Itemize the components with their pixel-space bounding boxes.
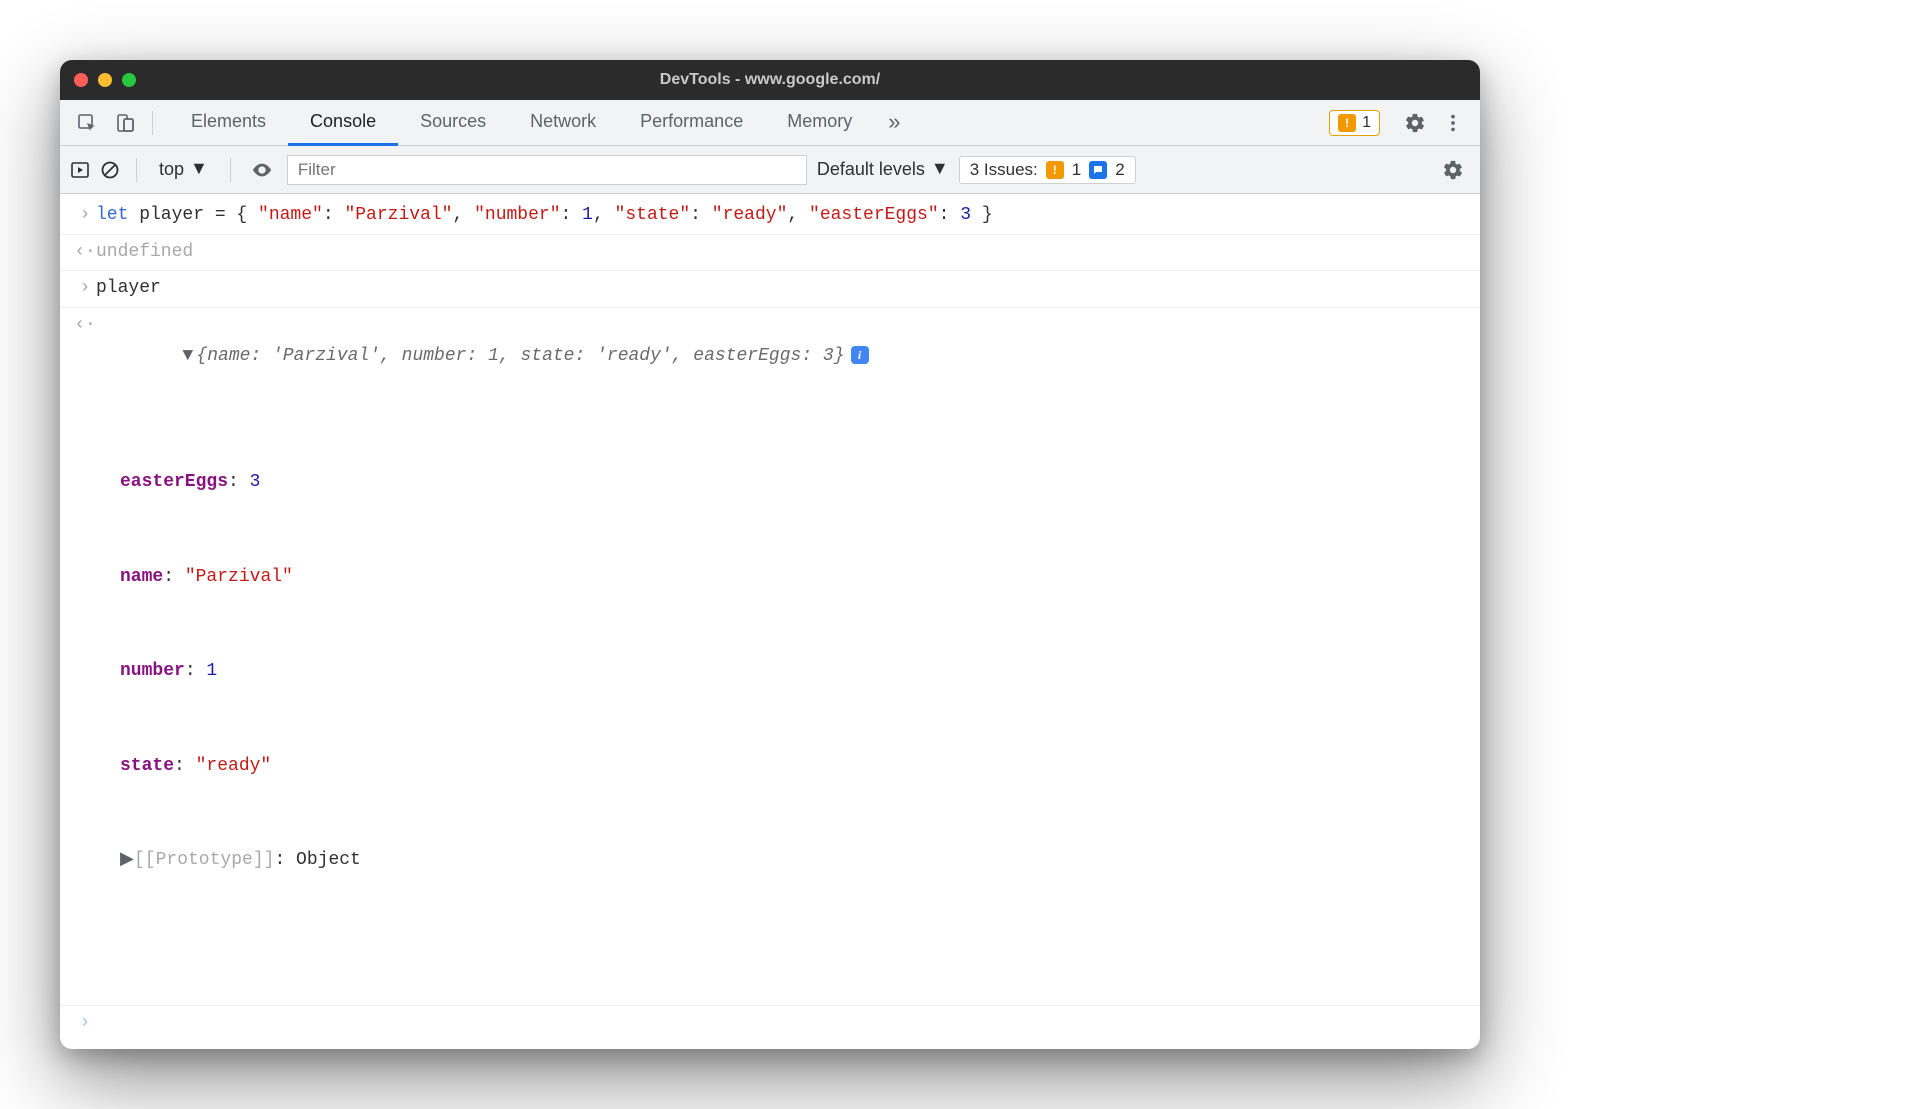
clear-console-icon[interactable] bbox=[100, 160, 120, 180]
inspect-element-icon[interactable] bbox=[70, 106, 104, 140]
warnings-count: 1 bbox=[1362, 114, 1371, 132]
console-result-row: ‹· undefined bbox=[60, 235, 1480, 272]
issues-button[interactable]: 3 Issues: ! 1 2 bbox=[959, 156, 1136, 184]
chevron-down-icon: ▼ bbox=[931, 158, 949, 179]
console-settings-icon[interactable] bbox=[1436, 153, 1470, 187]
tabs-overflow-icon[interactable]: » bbox=[874, 100, 914, 146]
console-input-row[interactable]: › player bbox=[60, 271, 1480, 308]
chevron-down-icon: ▼ bbox=[190, 158, 208, 179]
object-summary[interactable]: ▼{name: 'Parzival', number: 1, state: 'r… bbox=[96, 310, 1466, 1003]
object-property[interactable]: state: "ready" bbox=[120, 751, 1466, 783]
message-icon bbox=[1089, 161, 1107, 179]
object-property[interactable]: easterEggs: 3 bbox=[120, 467, 1466, 499]
object-prototype[interactable]: ▶[[Prototype]]: Object bbox=[120, 845, 1466, 877]
object-property[interactable]: name: "Parzival" bbox=[120, 562, 1466, 594]
more-menu-icon[interactable] bbox=[1436, 106, 1470, 140]
console-line: let player = { "name": "Parzival", "numb… bbox=[96, 200, 1466, 232]
tab-memory[interactable]: Memory bbox=[765, 100, 874, 146]
console-output: › let player = { "name": "Parzival", "nu… bbox=[60, 194, 1480, 1049]
object-tree: easterEggs: 3 name: "Parzival" number: 1… bbox=[96, 404, 1466, 940]
prompt-icon: › bbox=[74, 1008, 96, 1040]
issues-warn-count: 1 bbox=[1072, 160, 1081, 180]
tab-elements[interactable]: Elements bbox=[169, 100, 288, 146]
object-property[interactable]: number: 1 bbox=[120, 656, 1466, 688]
tab-console[interactable]: Console bbox=[288, 100, 398, 146]
levels-label: Default levels bbox=[817, 159, 925, 180]
devtools-window: DevTools - www.google.com/ Elements Cons… bbox=[60, 60, 1480, 1049]
console-input-row[interactable]: › let player = { "name": "Parzival", "nu… bbox=[60, 198, 1480, 235]
prompt-icon: › bbox=[74, 200, 96, 232]
result-icon: ‹· bbox=[74, 237, 96, 269]
settings-icon[interactable] bbox=[1398, 106, 1432, 140]
device-toolbar-icon[interactable] bbox=[108, 106, 142, 140]
console-line: player bbox=[96, 273, 1466, 305]
filter-input[interactable] bbox=[287, 155, 807, 185]
window-title: DevTools - www.google.com/ bbox=[60, 71, 1480, 89]
warning-icon: ! bbox=[1338, 114, 1356, 132]
warnings-badge[interactable]: ! 1 bbox=[1329, 110, 1380, 136]
divider bbox=[136, 158, 137, 182]
issues-info-count: 2 bbox=[1115, 160, 1124, 180]
disclosure-triangle-icon[interactable]: ▼ bbox=[182, 341, 196, 373]
prompt-icon: › bbox=[74, 273, 96, 305]
divider bbox=[230, 158, 231, 182]
console-object-row[interactable]: ‹· ▼{name: 'Parzival', number: 1, state:… bbox=[60, 308, 1480, 1005]
log-levels-selector[interactable]: Default levels ▼ bbox=[817, 159, 949, 180]
context-label: top bbox=[159, 159, 184, 180]
issues-label: 3 Issues: bbox=[970, 160, 1038, 180]
result-icon: ‹· bbox=[74, 310, 96, 342]
console-result: undefined bbox=[96, 237, 1466, 269]
titlebar: DevTools - www.google.com/ bbox=[60, 60, 1480, 100]
divider bbox=[152, 111, 153, 135]
info-icon[interactable]: i bbox=[851, 346, 869, 364]
tab-network[interactable]: Network bbox=[508, 100, 618, 146]
toggle-sidebar-icon[interactable] bbox=[70, 160, 90, 180]
disclosure-triangle-icon[interactable]: ▶ bbox=[120, 845, 134, 877]
panel-tabs: Elements Console Sources Network Perform… bbox=[169, 100, 914, 145]
console-toolbar: top ▼ Default levels ▼ 3 Issues: ! 1 2 bbox=[60, 146, 1480, 194]
tab-sources[interactable]: Sources bbox=[398, 100, 508, 146]
tab-performance[interactable]: Performance bbox=[618, 100, 765, 146]
main-toolbar: Elements Console Sources Network Perform… bbox=[60, 100, 1480, 146]
live-expression-icon[interactable] bbox=[247, 155, 277, 185]
console-prompt-row[interactable]: › bbox=[60, 1005, 1480, 1042]
context-selector[interactable]: top ▼ bbox=[153, 157, 214, 182]
warning-icon: ! bbox=[1046, 161, 1064, 179]
